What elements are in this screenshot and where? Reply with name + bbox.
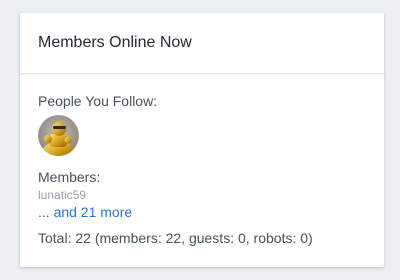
gold-statue-avatar-icon [38, 115, 79, 156]
widget-header: Members Online Now [20, 13, 384, 74]
more-prefix: ... [38, 204, 50, 220]
people-you-follow-label: People You Follow: [38, 93, 158, 109]
more-members-line: ... and 21 more [38, 204, 384, 221]
members-label: Members: [38, 169, 101, 185]
widget-title: Members Online Now [38, 34, 192, 51]
members-online-widget: Members Online Now People You Follow: Me… [20, 13, 384, 267]
followed-user-avatar[interactable] [38, 115, 79, 156]
total-online-count: Total: 22 (members: 22, guests: 0, robot… [38, 230, 313, 246]
member-link-lunatic59[interactable]: lunatic59 [38, 188, 384, 203]
more-members-link[interactable]: and 21 more [54, 204, 133, 220]
widget-body: People You Follow: Members: lunatic59 ..… [20, 74, 384, 247]
